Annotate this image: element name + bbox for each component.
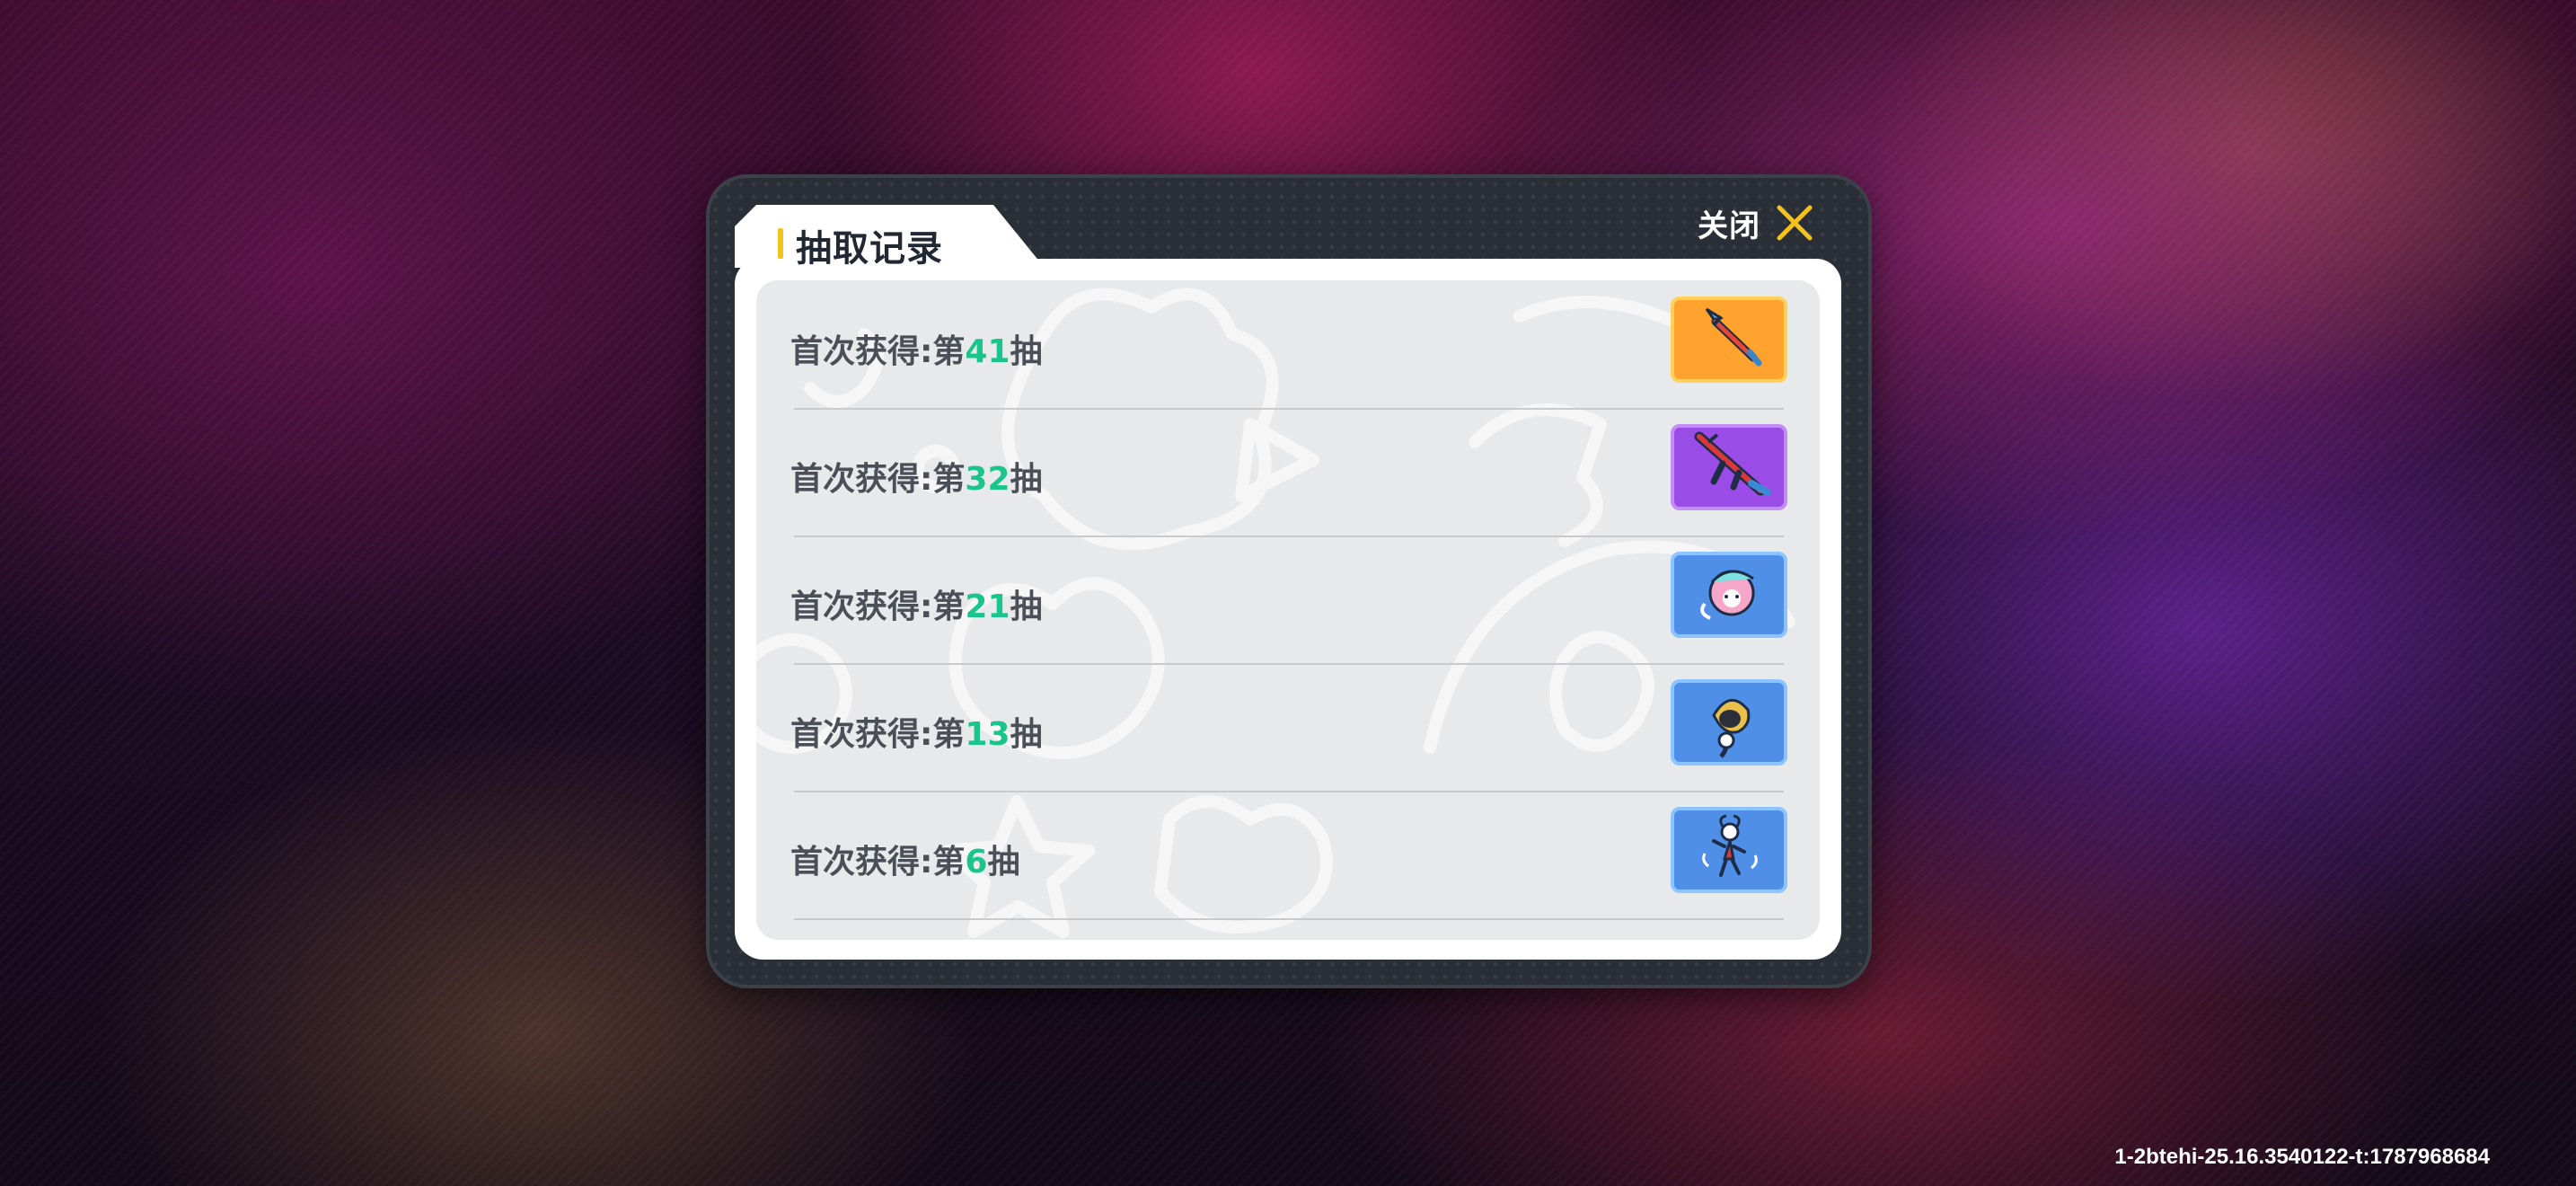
record-row: 首次获得:第21抽 [756,535,1820,665]
blonde-character-icon[interactable] [1671,679,1787,766]
close-label: 关闭 [1698,208,1760,244]
version-string: 1-2btehi-25.16.3540122-t:1787968684 [2114,1145,2490,1169]
record-row: 首次获得:第32抽 [756,408,1820,537]
draw-number: 13 [965,716,1010,753]
rifle-icon[interactable] [1671,424,1787,510]
title-marker [778,228,783,259]
dancing-character-icon[interactable] [1671,807,1787,893]
record-row: 首次获得:第41抽 [756,280,1820,410]
spear-icon[interactable] [1671,296,1787,383]
record-row: 首次获得:第13抽 [756,663,1820,792]
record-text: 首次获得:第13抽 [790,716,1043,753]
record-row: 首次获得:第6抽 [756,791,1820,920]
record-list[interactable]: 首次获得:第41抽 首次获得:第32抽 首次获得:第21抽 首次获得:第13抽 … [756,280,1820,940]
draw-number: 21 [965,589,1010,625]
row-divider [794,918,1784,920]
draw-number: 32 [965,461,1010,498]
record-text: 首次获得:第32抽 [790,461,1043,498]
close-icon [1777,205,1813,241]
pink-hair-character-icon[interactable] [1671,552,1787,638]
record-text: 首次获得:第6抽 [790,844,1020,881]
draw-number: 6 [965,844,988,881]
draw-number: 41 [965,333,1010,370]
record-text: 首次获得:第41抽 [790,333,1043,370]
record-text: 首次获得:第21抽 [790,589,1043,625]
dialog-title: 抽取记录 [796,228,943,270]
close-button[interactable]: 关闭 [1698,199,1814,246]
